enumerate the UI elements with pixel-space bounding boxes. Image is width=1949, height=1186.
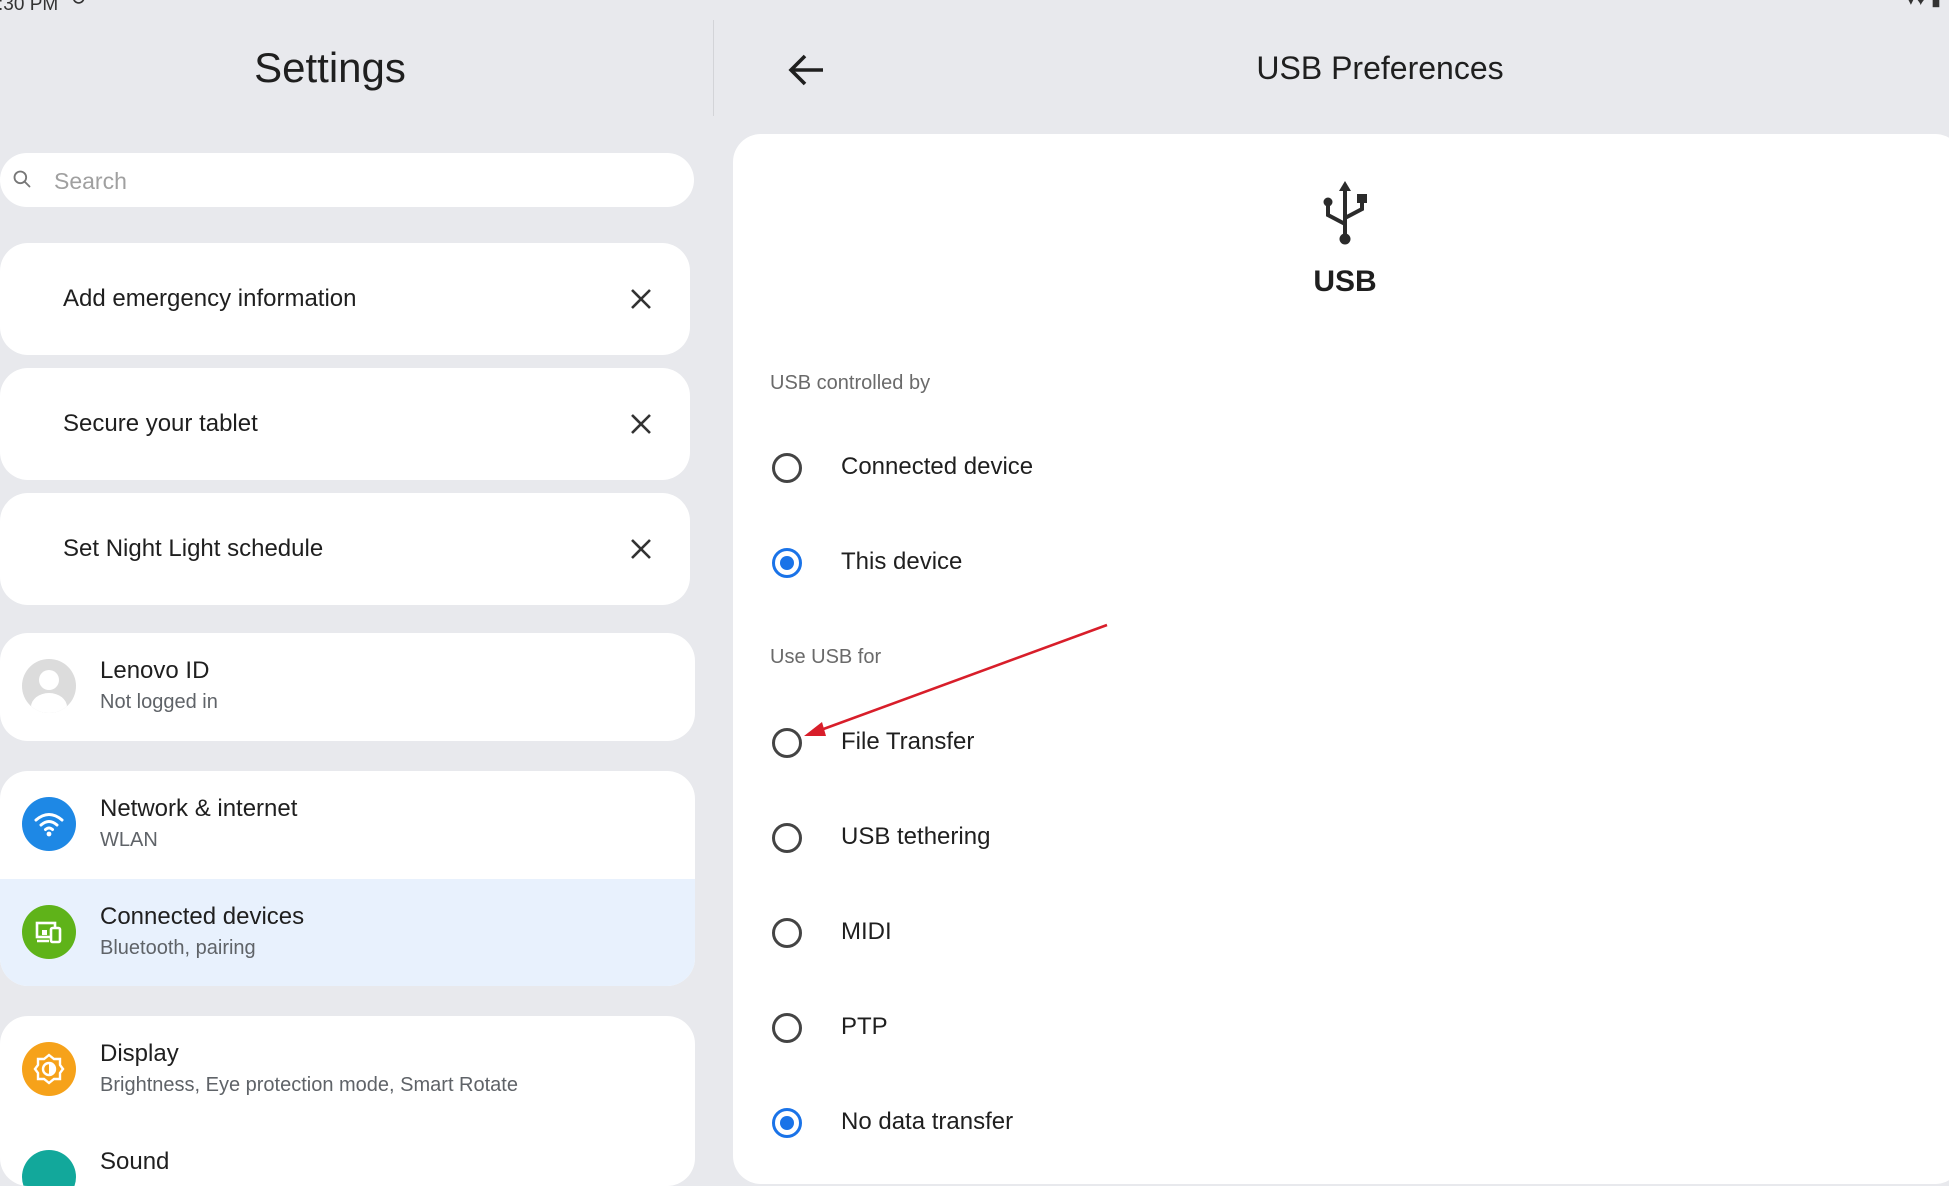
avatar — [22, 659, 76, 713]
person-icon — [31, 670, 67, 713]
search-input[interactable] — [52, 161, 656, 201]
option-this-device[interactable]: This device — [758, 528, 1858, 598]
settings-list-card-2: Display Brightness, Eye protection mode,… — [0, 1016, 695, 1186]
search-bar[interactable] — [0, 153, 694, 207]
radio-button[interactable] — [772, 1013, 802, 1043]
option-ptp[interactable]: PTP — [758, 993, 1858, 1063]
status-icons: ▾♥ ▮ — [1906, 0, 1941, 8]
item-title: Sound — [100, 1148, 170, 1175]
section-header-use-for: Use USB for — [770, 646, 882, 668]
radio-button[interactable] — [772, 823, 802, 853]
connected-devices-icon-badge — [22, 905, 76, 959]
close-icon — [631, 414, 651, 434]
section-header-controlled-by: USB controlled by — [770, 372, 931, 394]
item-subtitle: Bluetooth, pairing — [100, 937, 256, 959]
suggestion-label: Add emergency information — [63, 285, 357, 312]
radio-button[interactable] — [772, 728, 802, 758]
search-icon — [13, 170, 31, 188]
radio-button-checked[interactable] — [772, 1108, 802, 1138]
option-label: No data transfer — [841, 1108, 1014, 1135]
wifi-icon — [34, 813, 64, 837]
item-subtitle: Brightness, Eye protection mode, Smart R… — [100, 1074, 518, 1096]
usb-icon — [1323, 181, 1367, 245]
option-no-data-transfer[interactable]: No data transfer — [758, 1088, 1858, 1158]
wifi-status-icon: ▾♥ — [1906, 0, 1926, 9]
option-file-transfer[interactable]: File Transfer — [758, 708, 1858, 778]
item-title: Network & internet — [100, 795, 298, 822]
item-title: Connected devices — [100, 903, 305, 930]
pane-divider — [713, 20, 714, 116]
account-title: Lenovo ID — [100, 657, 210, 684]
settings-list-card: Network & internet WLAN Connected device… — [0, 771, 695, 986]
settings-item-sound[interactable]: Sound — [0, 1124, 695, 1186]
close-icon — [631, 289, 651, 309]
settings-title: Settings — [254, 44, 406, 91]
display-icon-badge — [22, 1042, 76, 1096]
radio-button[interactable] — [772, 918, 802, 948]
option-usb-tethering[interactable]: USB tethering — [758, 803, 1858, 873]
account-item[interactable]: Lenovo ID Not logged in — [0, 633, 695, 741]
item-subtitle: WLAN — [100, 829, 158, 851]
item-title: Display — [100, 1040, 179, 1067]
connected-devices-icon — [35, 921, 62, 944]
settings-pane: Settings Add emergency information Secur… — [0, 0, 714, 1186]
radio-button-checked[interactable] — [772, 548, 802, 578]
option-label: File Transfer — [841, 728, 975, 755]
suggestion-card-night-light[interactable]: Set Night Light schedule — [0, 493, 690, 605]
radio-button[interactable] — [772, 453, 802, 483]
brightness-icon — [33, 1053, 65, 1085]
account-card[interactable]: Lenovo ID Not logged in — [0, 633, 695, 741]
suggestion-card-secure[interactable]: Secure your tablet — [0, 368, 690, 480]
usb-label: USB — [1313, 265, 1377, 298]
battery-icon: ▮ — [1931, 0, 1941, 9]
option-label: Connected device — [841, 453, 1034, 480]
network-icon-badge — [22, 797, 76, 851]
option-label: PTP — [841, 1013, 888, 1040]
option-connected-device[interactable]: Connected device — [758, 433, 1858, 503]
option-label: MIDI — [841, 918, 892, 945]
page-title: USB Preferences — [1256, 50, 1504, 86]
option-label: This device — [841, 548, 963, 575]
settings-item-network[interactable]: Network & internet WLAN — [0, 771, 695, 879]
back-button[interactable] — [780, 44, 832, 96]
option-midi[interactable]: MIDI — [758, 898, 1858, 968]
option-label: USB tethering — [841, 823, 991, 850]
settings-item-connected-devices[interactable]: Connected devices Bluetooth, pairing — [0, 879, 695, 986]
arrow-back-icon — [788, 54, 823, 86]
sound-icon — [22, 1150, 76, 1186]
account-subtitle: Not logged in — [100, 691, 218, 713]
close-icon — [631, 539, 651, 559]
dismiss-button[interactable] — [622, 530, 660, 568]
suggestion-label: Set Night Light schedule — [63, 535, 324, 562]
dismiss-button[interactable] — [622, 405, 660, 443]
settings-item-display[interactable]: Display Brightness, Eye protection mode,… — [0, 1016, 695, 1124]
suggestion-card-emergency[interactable]: Add emergency information — [0, 243, 690, 355]
dismiss-button[interactable] — [622, 280, 660, 318]
suggestion-label: Secure your tablet — [63, 410, 258, 437]
